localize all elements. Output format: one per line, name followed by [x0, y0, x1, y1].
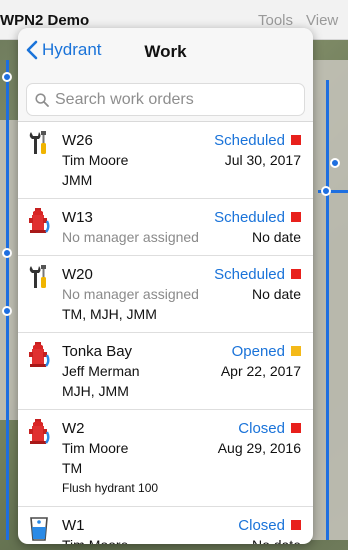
hydrant-icon [28, 341, 50, 367]
tools-menu[interactable]: Tools [258, 12, 293, 29]
work-order-row[interactable]: Tonka Bay Opened Jeff Merman Apr 22, 2017 MJ… [18, 333, 313, 410]
work-order-id: W2 [62, 419, 85, 437]
status-label: Closed [238, 516, 285, 534]
status-badge: Closed [238, 517, 301, 534]
crew-initials: TM, MJH, JMM [62, 306, 157, 322]
status-badge: Scheduled [214, 209, 301, 226]
status-label: Opened [231, 342, 285, 360]
wrench-screwdriver-icon [28, 130, 50, 156]
hydrant-icon [28, 418, 50, 444]
due-date: Apr 22, 2017 [220, 363, 301, 379]
manager-name: No manager assigned [62, 286, 199, 302]
due-date: Jul 30, 2017 [224, 152, 301, 168]
status-square-icon [291, 520, 301, 530]
hydrant-icon [28, 207, 50, 233]
work-order-id: W13 [62, 208, 93, 226]
work-order-row[interactable]: W2 Closed Tim Moore Aug 29, 2016 TM Flush hyd… [18, 410, 313, 507]
status-label: Scheduled [214, 265, 285, 283]
crew-initials: TM [62, 460, 83, 476]
status-badge: Scheduled [214, 266, 301, 283]
due-date: Aug 29, 2016 [217, 440, 301, 456]
water-glass-icon [28, 515, 50, 541]
work-order-row[interactable]: W26 Scheduled Tim Moore Jul 30, 2017 JMM [18, 122, 313, 199]
status-label: Scheduled [214, 208, 285, 226]
work-order-id: W20 [62, 265, 93, 283]
work-order-id: W1 [62, 516, 85, 534]
view-menu[interactable]: View [306, 12, 338, 29]
crew-initials: JMM [62, 172, 93, 188]
work-order-row[interactable]: W1 Closed Tim Moore No date [18, 507, 313, 544]
app-title: WPN2 Demo [0, 12, 90, 29]
status-badge: Scheduled [214, 132, 301, 149]
status-square-icon [291, 269, 301, 279]
search-bar [18, 76, 313, 122]
status-badge: Opened [232, 343, 301, 360]
manager-name: Jeff Merman [62, 363, 140, 379]
search-field[interactable] [26, 83, 305, 116]
work-order-note: Flush hydrant 100 [62, 481, 159, 495]
due-date: No date [252, 537, 301, 544]
work-order-id: Tonka Bay [62, 342, 133, 360]
manager-name: Tim Moore [62, 537, 128, 544]
work-order-row[interactable]: W20 Scheduled No manager assigned No date TM… [18, 256, 313, 333]
search-input[interactable] [55, 90, 285, 109]
panel-title: Work [144, 42, 187, 61]
work-order-id: W26 [62, 131, 93, 149]
search-icon [35, 92, 49, 107]
status-label: Scheduled [214, 131, 285, 149]
due-date: No date [251, 286, 301, 302]
status-square-icon [291, 135, 301, 145]
panel-nav-bar: Hydrant Work [18, 28, 313, 76]
status-label: Closed [238, 419, 285, 437]
status-square-icon [291, 423, 301, 433]
crew-initials: MJH, JMM [62, 383, 129, 399]
work-order-row[interactable]: W13 Scheduled No manager assigned No date [18, 199, 313, 256]
status-square-icon [291, 212, 301, 222]
due-date: No date [251, 229, 301, 245]
work-order-list: W26 Scheduled Tim Moore Jul 30, 2017 JMM W13… [18, 122, 313, 544]
manager-name: Tim Moore [62, 440, 129, 456]
manager-name: Tim Moore [62, 152, 129, 168]
manager-name: No manager assigned [62, 229, 199, 245]
wrench-screwdriver-icon [28, 264, 50, 290]
status-badge: Closed [238, 420, 301, 437]
work-panel: Hydrant Work W26 Scheduled Tim Moore Jul 30… [18, 28, 313, 544]
status-square-icon [291, 346, 301, 356]
